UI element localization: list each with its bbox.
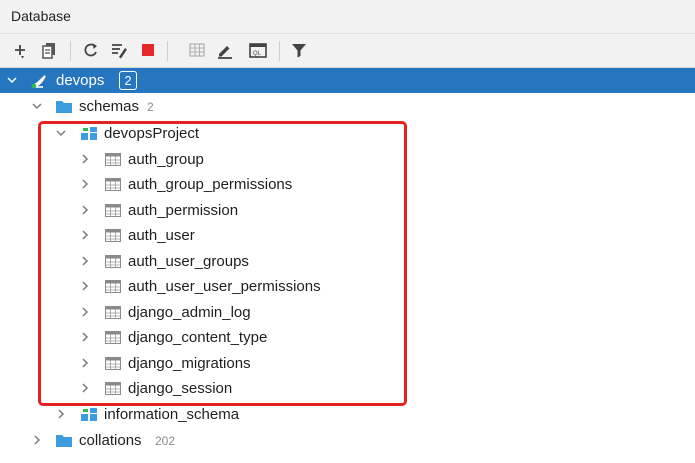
table-view-button[interactable] bbox=[186, 39, 208, 61]
schema-label: devopsProject bbox=[104, 125, 200, 142]
table-row[interactable]: django_migrations bbox=[0, 351, 695, 376]
table-label: django_admin_log bbox=[128, 304, 251, 321]
panel-title: Database bbox=[11, 8, 71, 24]
table-icon bbox=[104, 227, 122, 244]
chevron-right-icon[interactable] bbox=[79, 279, 91, 293]
database-tree: devops 2 schemas 2 devopsProject auth_gr… bbox=[0, 68, 695, 463]
table-label: auth_user_groups bbox=[128, 253, 249, 270]
table-label: django_migrations bbox=[128, 355, 251, 372]
table-row[interactable]: auth_permission bbox=[0, 198, 695, 223]
chevron-right-icon[interactable] bbox=[79, 356, 91, 370]
refresh-button[interactable] bbox=[80, 39, 102, 61]
chevron-right-icon[interactable] bbox=[79, 203, 91, 217]
connection-label: devops bbox=[56, 72, 105, 89]
add-button[interactable] bbox=[9, 39, 31, 61]
chevron-right-icon[interactable] bbox=[79, 305, 91, 319]
table-icon bbox=[104, 304, 122, 321]
edit-icon bbox=[214, 39, 236, 61]
table-row[interactable]: django_admin_log bbox=[0, 300, 695, 325]
table-row[interactable]: django_session bbox=[0, 376, 695, 401]
chevron-right-icon[interactable] bbox=[55, 407, 67, 421]
tree-item-information-schema[interactable]: information_schema bbox=[0, 402, 695, 427]
table-row[interactable]: auth_user bbox=[0, 223, 695, 248]
sql-console-icon: QL bbox=[247, 39, 269, 61]
table-label: auth_permission bbox=[128, 202, 239, 219]
schemas-label: schemas bbox=[79, 98, 140, 115]
properties-button[interactable] bbox=[38, 39, 60, 61]
chevron-right-icon[interactable] bbox=[79, 381, 91, 395]
sync-schema-icon bbox=[108, 39, 130, 61]
chevron-right-icon[interactable] bbox=[79, 152, 91, 166]
collations-count: 202 bbox=[155, 434, 176, 448]
table-row[interactable]: django_content_type bbox=[0, 325, 695, 350]
chevron-down-icon[interactable] bbox=[55, 126, 67, 140]
toolbar: QL bbox=[0, 34, 695, 68]
chevron-right-icon[interactable] bbox=[31, 433, 43, 447]
mysql-connection-icon bbox=[30, 72, 48, 89]
sync-schema-button[interactable] bbox=[108, 39, 130, 61]
svg-text:QL: QL bbox=[253, 51, 262, 57]
table-icon bbox=[104, 380, 122, 397]
table-row[interactable]: auth_group bbox=[0, 147, 695, 172]
table-label: auth_group bbox=[128, 151, 204, 168]
toolbar-separator bbox=[70, 41, 71, 61]
schema-icon bbox=[80, 125, 98, 142]
panel-header: Database bbox=[0, 0, 695, 34]
table-icon bbox=[104, 278, 122, 295]
add-icon bbox=[9, 39, 31, 61]
sql-console-button[interactable]: QL bbox=[247, 39, 269, 61]
table-icon bbox=[104, 253, 122, 270]
schema-label: information_schema bbox=[104, 406, 240, 423]
stop-icon bbox=[137, 39, 159, 61]
table-row[interactable]: auth_user_groups bbox=[0, 249, 695, 274]
folder-icon bbox=[55, 432, 73, 449]
tree-item-collations[interactable]: collations 202 bbox=[0, 428, 695, 453]
stop-button[interactable] bbox=[137, 39, 159, 61]
table-icon bbox=[104, 151, 122, 168]
chevron-down-icon[interactable] bbox=[31, 99, 43, 113]
chevron-right-icon[interactable] bbox=[79, 330, 91, 344]
table-label: auth_group_permissions bbox=[128, 176, 293, 193]
table-row[interactable]: auth_group_permissions bbox=[0, 172, 695, 197]
chevron-right-icon[interactable] bbox=[79, 228, 91, 242]
toolbar-separator bbox=[279, 41, 280, 61]
table-label: django_session bbox=[128, 380, 233, 397]
tree-item-devops[interactable]: devops 2 bbox=[0, 68, 695, 93]
table-row[interactable]: auth_user_user_permissions bbox=[0, 274, 695, 299]
chevron-right-icon[interactable] bbox=[79, 177, 91, 191]
table-icon bbox=[104, 176, 122, 193]
edit-button[interactable] bbox=[214, 39, 236, 61]
tree-item-devopsproject[interactable]: devopsProject bbox=[0, 121, 695, 146]
refresh-icon bbox=[80, 39, 102, 61]
tree-item-schemas[interactable]: schemas 2 bbox=[0, 94, 695, 119]
folder-icon bbox=[55, 98, 73, 115]
table-label: auth_user_user_permissions bbox=[128, 278, 321, 295]
table-view-icon bbox=[186, 39, 208, 61]
table-icon bbox=[104, 202, 122, 219]
table-label: auth_user bbox=[128, 227, 195, 244]
toolbar-separator bbox=[167, 41, 168, 61]
chevron-down-icon[interactable] bbox=[6, 73, 18, 87]
filter-button[interactable] bbox=[288, 39, 310, 61]
collations-label: collations bbox=[79, 432, 142, 449]
schemas-count: 2 bbox=[147, 100, 154, 114]
table-icon bbox=[104, 329, 122, 346]
schema-icon bbox=[80, 406, 98, 423]
properties-icon bbox=[38, 39, 60, 61]
table-icon bbox=[104, 355, 122, 372]
session-count-badge: 2 bbox=[119, 71, 137, 90]
filter-icon bbox=[288, 39, 310, 61]
table-label: django_content_type bbox=[128, 329, 268, 346]
chevron-right-icon[interactable] bbox=[79, 254, 91, 268]
